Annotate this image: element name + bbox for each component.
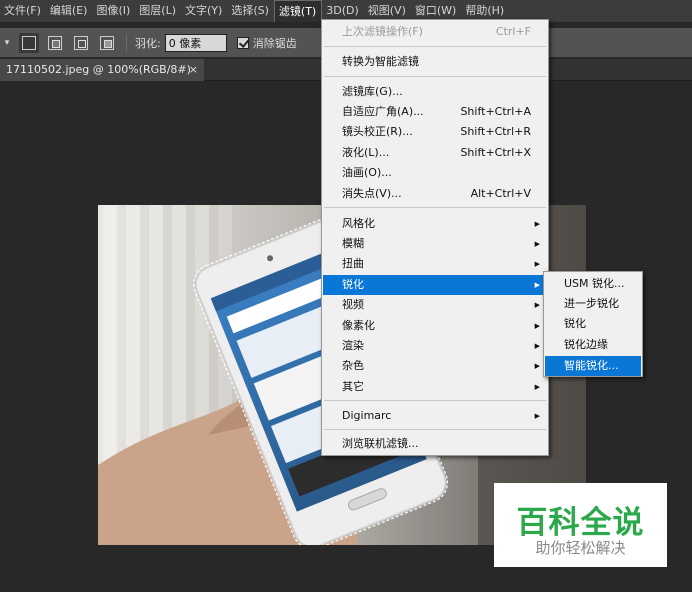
menu-item-label: 镜头校正(R)... [342,125,413,138]
menu-item-label: 视频 [342,298,364,311]
sharpen-basic-item[interactable]: 锐化 [545,314,641,334]
submenu-arrow-icon: ▶ [534,383,540,391]
add-to-selection-icon[interactable] [48,35,62,50]
menu-item-label: 其它 [342,380,364,393]
antialias-label: 消除锯齿 [252,36,297,50]
close-icon[interactable]: × [189,59,198,81]
menu-item-shortcut: Alt+Ctrl+V [470,187,531,200]
tool-preset-arrow-icon[interactable]: ▾ [0,38,14,48]
last-filter-label: 上次滤镜操作(F) [342,25,423,38]
menu-divider [324,207,546,208]
menu-file[interactable]: 文件(F) [0,0,46,22]
submenu-arrow-icon: ▶ [534,281,540,289]
menu-item-label: 浏览联机滤镜... [342,437,419,450]
feather-label: 羽化: [135,36,161,50]
lens-correction-item[interactable]: 镜头校正(R)... Shift+Ctrl+R [323,122,547,142]
menu-filter[interactable]: 滤镜(T) [273,0,323,22]
menu-item-label: 滤镜库(G)... [342,85,403,98]
adaptive-wide-angle-item[interactable]: 自适应广角(A)... Shift+Ctrl+A [323,102,547,122]
menu-item-shortcut: Shift+Ctrl+R [460,125,531,138]
unsharp-mask-item[interactable]: USM 锐化... [545,274,641,294]
menu-item-shortcut: Shift+Ctrl+X [460,146,531,159]
menu-item-label: Digimarc [342,409,392,422]
menu-item-label: 消失点(V)... [342,187,402,200]
antialias-checkbox[interactable] [236,36,249,49]
sharpen-more-item[interactable]: 进一步锐化 [545,294,641,314]
submenu-arrow-icon: ▶ [534,322,540,330]
subtract-from-selection-icon[interactable] [74,35,88,50]
menu-edit[interactable]: 编辑(E) [46,0,93,22]
sharpen-item[interactable]: 锐化 ▶ [323,275,547,295]
menu-layer[interactable]: 图层(L) [135,0,181,22]
options-divider [126,33,127,52]
menu-item-label: 自适应广角(A)... [342,105,424,118]
menu-item-label: 扭曲 [342,257,364,270]
document-tab[interactable]: 17110502.jpeg @ 100%(RGB/8#) × [0,59,204,81]
convert-smart-filter-item[interactable]: 转换为智能滤镜 [323,52,547,72]
oil-paint-item[interactable]: 油画(O)... [323,163,547,183]
menu-item-label: 模糊 [342,237,364,250]
menu-item-label: 杂色 [342,359,364,372]
menu-type[interactable]: 文字(Y) [181,0,227,22]
submenu-arrow-icon: ▶ [534,240,540,248]
vanishing-point-item[interactable]: 消失点(V)... Alt+Ctrl+V [323,184,547,204]
menu-item-label: 渲染 [342,339,364,352]
menu-item-label: 锐化 [342,278,364,291]
pixelate-item[interactable]: 像素化 ▶ [323,316,547,336]
filter-menu: 上次滤镜操作(F) Ctrl+F 转换为智能滤镜 滤镜库(G)... 自适应广角… [321,19,549,456]
distort-item[interactable]: 扭曲 ▶ [323,254,547,274]
video-item[interactable]: 视频 ▶ [323,295,547,315]
intersect-selection-icon[interactable] [100,35,114,50]
render-item[interactable]: 渲染 ▶ [323,336,547,356]
convert-smart-filter-label: 转换为智能滤镜 [342,55,419,68]
menu-divider [324,76,546,77]
submenu-arrow-icon: ▶ [534,260,540,268]
other-item[interactable]: 其它 ▶ [323,377,547,397]
menu-item-shortcut: Shift+Ctrl+A [460,105,531,118]
menu-select[interactable]: 选择(S) [227,0,274,22]
submenu-arrow-icon: ▶ [534,342,540,350]
submenu-arrow-icon: ▶ [534,301,540,309]
menu-divider [324,46,546,47]
menu-divider [324,429,546,430]
menu-item-label: 油画(O)... [342,166,392,179]
document-tab-title: 17110502.jpeg @ 100%(RGB/8#) [6,63,191,76]
last-filter-shortcut: Ctrl+F [495,25,531,38]
noise-item[interactable]: 杂色 ▶ [323,356,547,376]
last-filter-item[interactable]: 上次滤镜操作(F) Ctrl+F [323,22,547,42]
liquify-item[interactable]: 液化(L)... Shift+Ctrl+X [323,143,547,163]
menu-item-label: 风格化 [342,217,375,230]
menu-item-label: 液化(L)... [342,146,390,159]
watermark-logo: 百科全说 助你轻松解决 [494,483,667,567]
watermark-title: 百科全说 [516,505,645,541]
filter-gallery-item[interactable]: 滤镜库(G)... [323,82,547,102]
menu-item-label: 像素化 [342,319,375,332]
submenu-arrow-icon: ▶ [534,412,540,420]
blur-item[interactable]: 模糊 ▶ [323,234,547,254]
submenu-arrow-icon: ▶ [534,362,540,370]
menu-image[interactable]: 图像(I) [92,0,135,22]
menu-divider [324,400,546,401]
feather-input[interactable]: 0 像素 [164,33,227,52]
sharpen-submenu: USM 锐化... 进一步锐化 锐化 锐化边缘 智能锐化... [543,271,643,377]
new-selection-icon[interactable] [22,35,36,50]
submenu-arrow-icon: ▶ [534,220,540,228]
browse-filters-online-item[interactable]: 浏览联机滤镜... [323,434,547,454]
stylize-item[interactable]: 风格化 ▶ [323,214,547,234]
digimarc-item[interactable]: Digimarc ▶ [323,406,547,426]
watermark-subtitle: 助你轻松解决 [535,539,626,557]
sharpen-edges-item[interactable]: 锐化边缘 [545,335,641,355]
smart-sharpen-item[interactable]: 智能锐化... [545,356,641,376]
